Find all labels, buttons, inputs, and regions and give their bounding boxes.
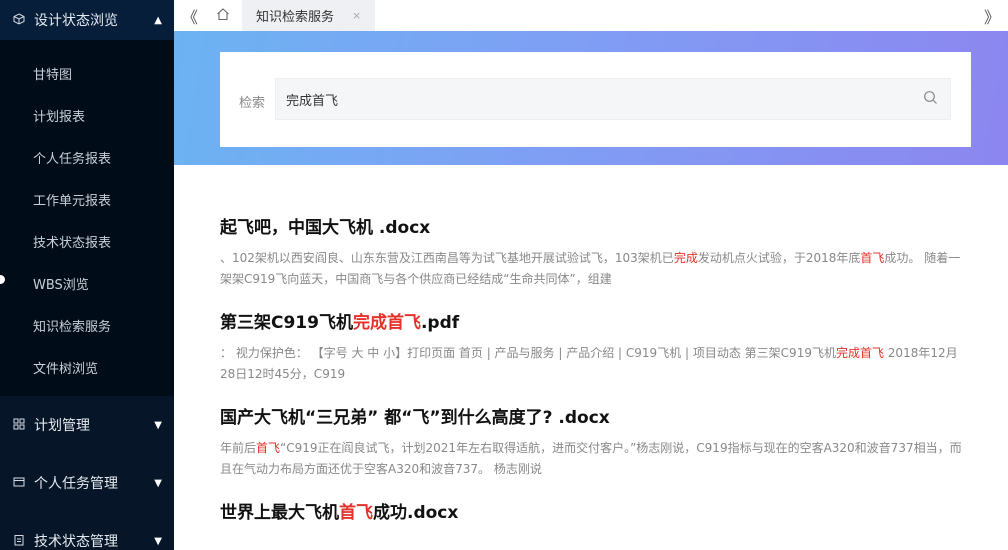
sidebar: 设计状态浏览 ▲ 甘特图 计划报表 个人任务报表 工作单元报表 技术状态报表 W… [0,0,174,550]
highlight-text: 完成首飞 [352,313,421,333]
sidebar-group-label: 技术状态管理 [34,534,118,550]
tab-scroll-right-button[interactable]: 》 [976,0,1008,31]
text-segment: 起飞吧，中国大飞机 .docx [220,218,431,238]
highlight-text: 首飞 [256,441,281,455]
result-title[interactable]: 国产大飞机“三兄弟” 都“飞”到什么高度了? .docx [220,403,970,428]
result-title[interactable]: 起飞吧，中国大飞机 .docx [220,213,970,238]
search-label: 检索 [239,96,266,111]
close-icon[interactable]: × [352,9,361,22]
sidebar-item-gantt[interactable]: 甘特图 [0,52,174,94]
sidebar-group-label: 个人任务管理 [34,476,118,492]
sidebar-group-label: 设计状态浏览 [34,13,118,29]
window-icon [12,476,26,491]
text-segment: .pdf [420,313,460,333]
clipboard-icon [12,534,26,549]
sidebar-item-work-unit-report[interactable]: 工作单元报表 [0,178,174,220]
search-icon[interactable] [910,90,950,109]
sidebar-item-wbs[interactable]: WBS浏览 [0,262,174,304]
result-item: 国产大飞机“三兄弟” 都“飞”到什么高度了? .docx 年前后首飞“C919正… [220,403,970,480]
result-snippet: 、102架机以西安阎良、山东东营及江西南昌等为试飞基地开展试验试飞，103架机已… [220,248,970,290]
tab-bar: 《 知识检索服务 × 》 [174,0,1008,31]
tab-scroll-left-button[interactable]: 《 [174,0,206,31]
text-segment: 国产大飞机“三兄弟” 都“飞”到什么高度了? .docx [220,408,610,428]
caret-down-icon: ▼ [154,419,162,431]
caret-down-icon: ▼ [154,535,162,547]
sidebar-item-personal-task-report[interactable]: 个人任务报表 [0,136,174,178]
text-segment: 成功.docx [373,503,459,523]
text-segment: “C919正在阎良试飞，计划2021年左右取得适航，进而交付客户。”杨志刚说，C… [220,441,962,476]
sidebar-group-design-status[interactable]: 设计状态浏览 ▲ [0,0,174,40]
highlight-text: 首飞 [860,251,885,265]
result-title[interactable]: 世界上最大飞机首飞成功.docx [220,498,970,523]
tab-label: 知识检索服务 [256,10,335,25]
sidebar-item-file-tree[interactable]: 文件树浏览 [0,346,174,388]
home-tab[interactable] [206,0,240,31]
text-segment: 发动机点火试验，于2018年底 [697,251,861,265]
sidebar-group-plan-management[interactable]: 计划管理 ▼ [0,396,174,454]
highlight-text: 首飞 [339,503,373,523]
search-results: 起飞吧，中国大飞机 .docx 、102架机以西安阎良、山东东营及江西南昌等为试… [220,213,970,541]
search-banner: 检索 [174,31,1008,165]
caret-down-icon: ▼ [154,477,162,489]
tab-knowledge-search[interactable]: 知识检索服务 × [242,0,376,31]
grid-icon [12,418,26,433]
text-segment: 年前后 [220,441,257,455]
result-title[interactable]: 第三架C919飞机完成首飞.pdf [220,308,970,333]
text-segment: 第三架C919飞机 [220,313,353,333]
caret-up-icon: ▲ [154,14,162,26]
result-snippet: ： 视力保护色： 【字号 大 中 小】打印页面 首页 | 产品与服务 | 产品介… [220,343,970,385]
sidebar-group-label: 计划管理 [34,418,90,434]
text-segment: 、102架机以西安阎良、山东东营及江西南昌等为试飞基地开展试验试飞，103架机已 [220,251,674,265]
result-item: 第三架C919飞机完成首飞.pdf ： 视力保护色： 【字号 大 中 小】打印页… [220,308,970,385]
cube-icon [12,12,26,28]
result-item: 世界上最大飞机首飞成功.docx [220,498,970,523]
sidebar-group-tech-status-management[interactable]: 技术状态管理 ▼ [0,512,174,550]
sidebar-item-knowledge-search[interactable]: 知识检索服务 [0,304,174,346]
sidebar-item-plan-report[interactable]: 计划报表 [0,94,174,136]
search-card: 检索 [220,52,971,147]
result-snippet: 年前后首飞“C919正在阎良试飞，计划2021年左右取得适航，进而交付客户。”杨… [220,438,970,480]
sidebar-submenu: 甘特图 计划报表 个人任务报表 工作单元报表 技术状态报表 WBS浏览 知识检索… [0,40,174,396]
result-item: 起飞吧，中国大飞机 .docx 、102架机以西安阎良、山东东营及江西南昌等为试… [220,213,970,290]
sidebar-item-tech-status-report[interactable]: 技术状态报表 [0,220,174,262]
home-icon [216,7,230,25]
search-input[interactable] [276,79,910,119]
search-box [275,78,951,120]
sidebar-group-personal-task-management[interactable]: 个人任务管理 ▼ [0,454,174,512]
text-segment: ： 视力保护色： 【字号 大 中 小】打印页面 首页 | 产品与服务 | 产品介… [220,346,836,360]
highlight-text: 完成首飞 [835,346,884,360]
highlight-text: 完成 [673,251,698,265]
text-segment: 世界上最大飞机 [220,503,339,523]
app-root: 设计状态浏览 ▲ 甘特图 计划报表 个人任务报表 工作单元报表 技术状态报表 W… [0,0,1008,550]
